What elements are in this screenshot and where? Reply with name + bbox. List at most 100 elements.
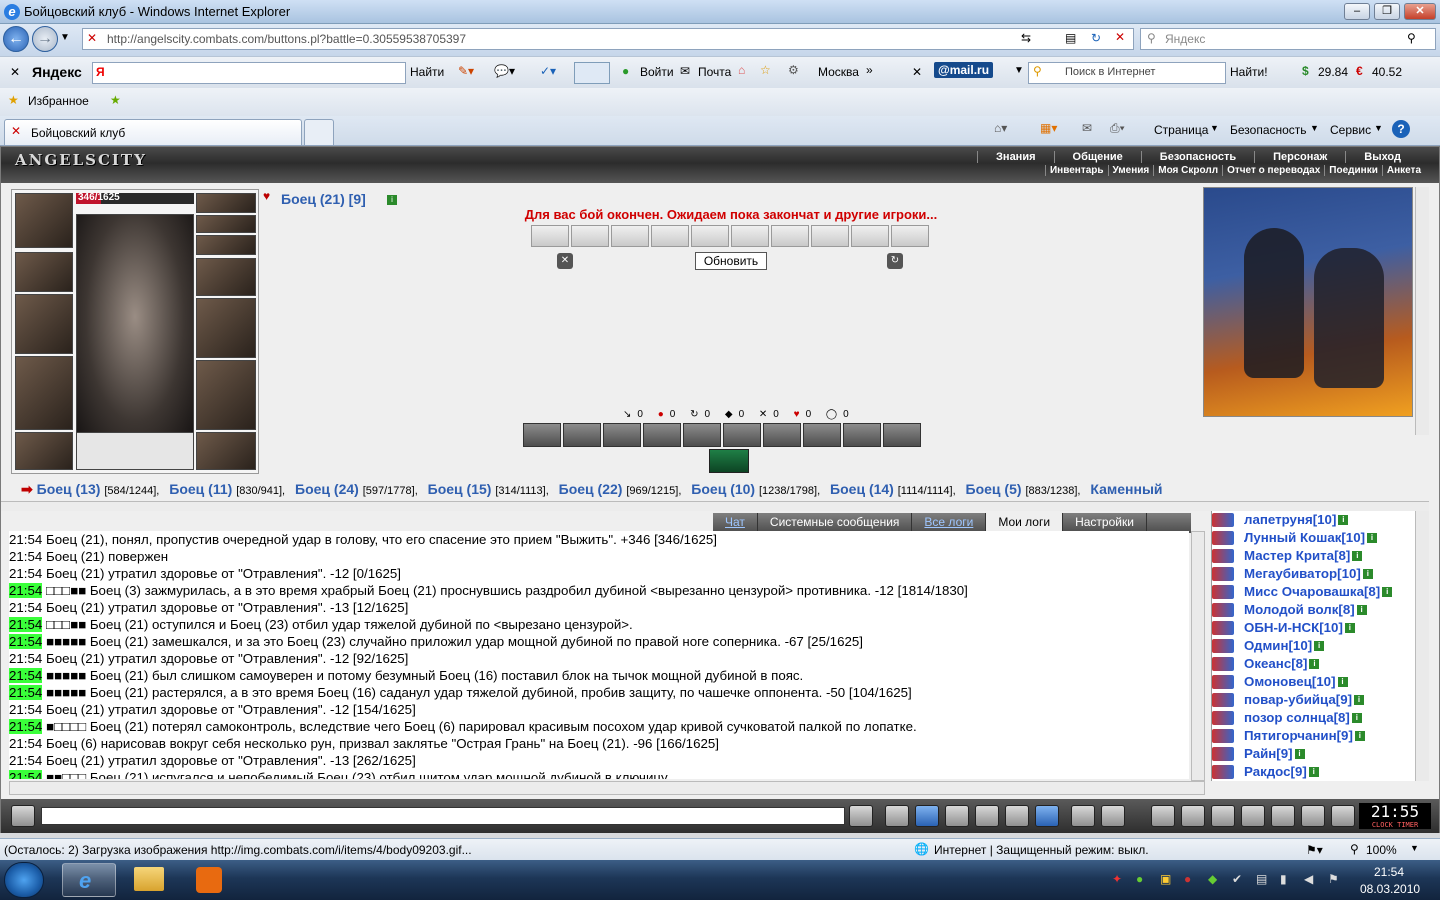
player-info-icon[interactable]: i	[1367, 533, 1378, 544]
music-icon[interactable]	[1035, 805, 1059, 827]
search-field[interactable]: ⚲ Яндекс ⚲	[1140, 28, 1436, 50]
clan-button-icon[interactable]	[1241, 805, 1265, 827]
player-info-icon[interactable]: i	[1382, 587, 1393, 598]
opponent-link[interactable]: Боец (14)	[830, 481, 894, 497]
flag-icon[interactable]: ⚑	[1328, 872, 1339, 886]
weapon-slot[interactable]	[15, 294, 73, 354]
player-action-icon[interactable]	[1212, 675, 1234, 690]
log-time[interactable]: 21:54	[9, 549, 42, 564]
gloves-slot[interactable]	[196, 258, 256, 296]
refresh-battle-icon[interactable]: ↻	[887, 253, 903, 269]
exit-icon[interactable]	[1331, 805, 1355, 827]
player-info-icon[interactable]: i	[1314, 641, 1325, 652]
read-mail-icon[interactable]: ✉	[1082, 121, 1092, 135]
emoticon-icon[interactable]	[1071, 805, 1095, 827]
send-icon[interactable]	[849, 805, 873, 827]
tray-icon[interactable]: ▣	[1160, 872, 1171, 886]
character-image[interactable]	[76, 214, 194, 442]
spell-slots[interactable]	[76, 432, 194, 470]
yandex-brand[interactable]: Яндекс	[32, 64, 82, 80]
swords-icon[interactable]: ✕	[557, 253, 573, 269]
player-name-link[interactable]: лапетруня[10]	[1244, 512, 1336, 527]
belt-slot[interactable]	[15, 432, 73, 470]
player-name-link[interactable]: Райн[9]	[1244, 746, 1293, 761]
city-label[interactable]: Москва	[818, 65, 859, 79]
comment-icon[interactable]: 💬▾	[494, 64, 515, 78]
player-action-icon[interactable]	[1212, 657, 1234, 672]
forum-icon[interactable]	[1301, 805, 1325, 827]
log-time[interactable]: 21:54	[9, 702, 42, 717]
log-time[interactable]: 21:54	[9, 600, 42, 615]
player-info-icon[interactable]: i	[1354, 695, 1365, 706]
tab-settings[interactable]: Настройки	[1063, 513, 1147, 533]
feeds-icon[interactable]: ▦▾	[1040, 121, 1057, 135]
legs-slot[interactable]	[196, 360, 256, 430]
star-icon[interactable]: ☆	[760, 63, 771, 77]
scroll-slot[interactable]	[851, 225, 889, 247]
skill-button[interactable]	[723, 423, 761, 447]
menu-skills[interactable]: Умения	[1107, 165, 1154, 176]
menu-transfers[interactable]: Отчет о переводах	[1222, 165, 1324, 176]
service-menu[interactable]: Сервис	[1330, 123, 1371, 137]
player-name-link[interactable]: Пятигорчанин[9]	[1244, 728, 1353, 743]
player-info-icon[interactable]: i	[1352, 551, 1363, 562]
login-link[interactable]: Войти	[640, 65, 674, 79]
player-row[interactable]: Ракдос[9] i	[1212, 763, 1429, 781]
player-action-icon[interactable]	[1212, 603, 1234, 618]
player-info-icon[interactable]: i	[387, 195, 397, 205]
player-name-link[interactable]: Лунный Кошак[10]	[1244, 530, 1365, 545]
volume-icon[interactable]: ◀	[1304, 872, 1313, 886]
player-action-icon[interactable]	[1212, 513, 1234, 528]
player-info-icon[interactable]: i	[1344, 623, 1355, 634]
zoom-level[interactable]: 100%	[1366, 843, 1397, 857]
bracers-slot[interactable]	[15, 252, 73, 292]
scroll-slot[interactable]	[891, 225, 929, 247]
tab-system[interactable]: Системные сообщения	[758, 513, 913, 533]
inventory-icon[interactable]	[1151, 805, 1175, 827]
skill-button[interactable]	[563, 423, 601, 447]
home-icon[interactable]: ⌂▾	[994, 121, 1007, 135]
log-time[interactable]: 21:54	[9, 753, 42, 768]
tray-date[interactable]: 08.03.2010	[1360, 882, 1420, 896]
maximize-button[interactable]: ❐	[1374, 3, 1400, 20]
skill-button[interactable]	[843, 423, 881, 447]
help-icon[interactable]: ?	[1392, 120, 1410, 138]
player-name-link[interactable]: Ракдос[9]	[1244, 764, 1307, 779]
tray-icon[interactable]: ✔	[1232, 872, 1242, 886]
tray-icon[interactable]: ●	[1184, 872, 1191, 886]
top-scrollbar[interactable]	[1415, 187, 1429, 435]
yandex-find-button[interactable]: Найти	[410, 65, 444, 79]
save-icon[interactable]	[945, 805, 969, 827]
player-row[interactable]: Мастер Крита[8] i	[1212, 547, 1429, 565]
menu-fights[interactable]: Поединки	[1324, 165, 1382, 176]
compat-icon[interactable]: ⇆	[1021, 31, 1031, 45]
player-info-icon[interactable]: i	[1308, 767, 1319, 778]
player-row[interactable]: позор солнца[8] i	[1212, 709, 1429, 727]
player-row[interactable]: лапетруня[10] i	[1212, 511, 1429, 529]
yandex-search-input[interactable]: Я	[92, 62, 406, 84]
friends-icon[interactable]	[1271, 805, 1295, 827]
home-ya-icon[interactable]: ⌂	[738, 63, 745, 77]
tab-my-logs[interactable]: Мои логи	[986, 513, 1064, 533]
print-icon[interactable]: ⎙▾	[1110, 121, 1125, 136]
spell-icon[interactable]: ✓▾	[540, 64, 556, 78]
player-action-icon[interactable]	[1212, 585, 1234, 600]
map-icon[interactable]	[1211, 805, 1235, 827]
player-row[interactable]: Пятигорчанин[9] i	[1212, 727, 1429, 745]
scroll-slot[interactable]	[691, 225, 729, 247]
log-h-scrollbar[interactable]	[9, 781, 1205, 795]
opponent-link[interactable]: Боец (24)	[295, 481, 359, 497]
mailru-find-button[interactable]: Найти!	[1230, 65, 1268, 79]
player-name-link[interactable]: позор солнца[8]	[1244, 710, 1350, 725]
menu-character[interactable]: Персонаж	[1254, 151, 1345, 163]
log-time[interactable]: 21:54	[9, 736, 42, 751]
menu-profile[interactable]: Анкета	[1381, 165, 1425, 176]
close-button[interactable]: ✕	[1404, 3, 1436, 20]
skill-button[interactable]	[683, 423, 721, 447]
skill-button[interactable]	[883, 423, 921, 447]
add-favorite-icon[interactable]: ★	[110, 93, 121, 107]
player-name-link[interactable]: Мегаубиватор[10]	[1244, 566, 1361, 581]
mail-link[interactable]: Почта	[698, 65, 731, 79]
tray-time[interactable]: 21:54	[1374, 865, 1404, 879]
player-name-link[interactable]: Океанс[8]	[1244, 656, 1307, 671]
